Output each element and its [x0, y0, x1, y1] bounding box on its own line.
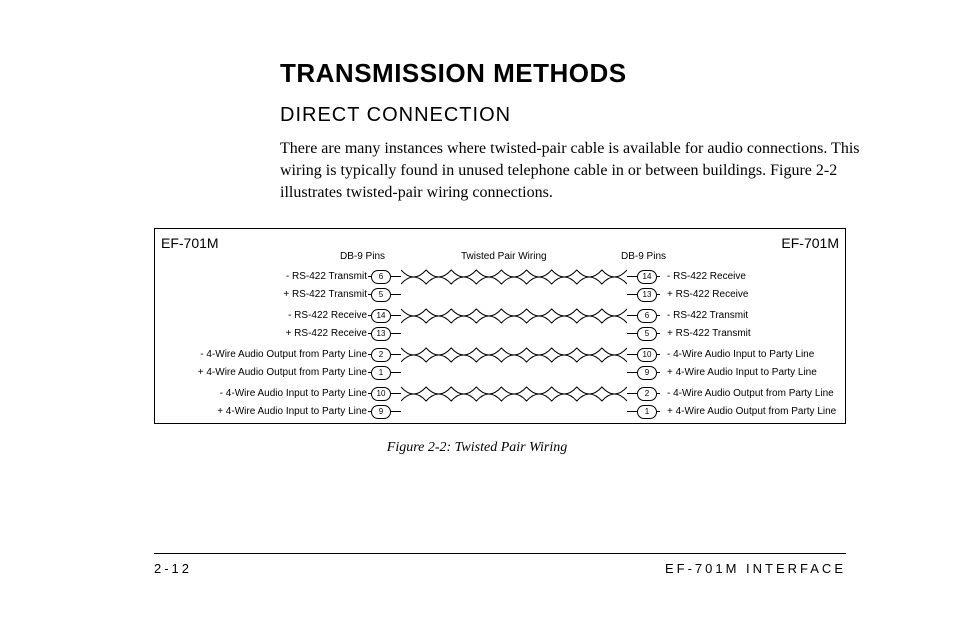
wire-stub: [627, 333, 637, 334]
pin-number-left: 1: [371, 366, 391, 380]
wire-stub: [627, 411, 637, 412]
pin-number-left: 2: [371, 348, 391, 362]
footer-rule: [154, 553, 846, 554]
wire-stub: [657, 354, 660, 355]
pin-number-left: 14: [371, 309, 391, 323]
twisted-pair-icon: [401, 343, 627, 367]
signal-label-left: + 4-Wire Audio Output from Party Line: [157, 365, 367, 381]
signal-label-right: + RS-422 Transmit: [667, 326, 847, 342]
device-label-left: EF-701M: [161, 235, 219, 251]
page-number: 2-12: [154, 561, 192, 576]
signal-label-right: - 4-Wire Audio Output from Party Line: [667, 386, 847, 402]
wire-stub: [627, 294, 637, 295]
wiring-row: + RS-422 Receive 13 5 + RS-422 Transmit: [155, 326, 845, 342]
signal-label-left: - 4-Wire Audio Output from Party Line: [157, 347, 367, 363]
pin-number-right: 9: [637, 366, 657, 380]
pin-number-right: 10: [637, 348, 657, 362]
wiring-row: + RS-422 Transmit 5 13 + RS-422 Receive: [155, 287, 845, 303]
wire-stub: [391, 393, 401, 394]
device-label-right: EF-701M: [781, 235, 839, 251]
section-title: Transmission Methods: [280, 58, 627, 89]
pin-number-right: 5: [637, 327, 657, 341]
wire-stub: [391, 294, 401, 295]
page: Transmission Methods Direct Connection T…: [0, 0, 954, 618]
wire-stub: [391, 354, 401, 355]
wire-stub: [657, 393, 660, 394]
signal-label-right: + 4-Wire Audio Output from Party Line: [667, 404, 847, 420]
signal-label-left: + 4-Wire Audio Input to Party Line: [157, 404, 367, 420]
wire-stub: [627, 276, 637, 277]
pin-number-left: 9: [371, 405, 391, 419]
signal-label-right: - 4-Wire Audio Input to Party Line: [667, 347, 847, 363]
pin-number-left: 6: [371, 270, 391, 284]
pin-number-right: 2: [637, 387, 657, 401]
pin-number-right: 6: [637, 309, 657, 323]
wire-stub: [391, 276, 401, 277]
signal-label-left: - RS-422 Transmit: [157, 269, 367, 285]
pin-number-left: 10: [371, 387, 391, 401]
wire-stub: [657, 372, 660, 373]
wire-stub: [391, 333, 401, 334]
pin-number-right: 13: [637, 288, 657, 302]
wire-stub: [657, 315, 660, 316]
signal-label-left: + RS-422 Receive: [157, 326, 367, 342]
section-subtitle: Direct Connection: [280, 104, 511, 127]
wire-stub: [627, 393, 637, 394]
twisted-pair-icon: [401, 382, 627, 406]
wire-stub: [627, 315, 637, 316]
signal-label-right: - RS-422 Receive: [667, 269, 847, 285]
pin-number-left: 13: [371, 327, 391, 341]
db9-pins-header-left: DB-9 Pins: [340, 251, 385, 262]
pin-number-right: 14: [637, 270, 657, 284]
wire-stub: [657, 411, 660, 412]
wire-stub: [627, 372, 637, 373]
wire-stub: [657, 294, 660, 295]
signal-label-left: + RS-422 Transmit: [157, 287, 367, 303]
wire-stub: [657, 276, 660, 277]
footer-product-name: EF-701M INTERFACE: [665, 561, 846, 576]
signal-label-right: - RS-422 Transmit: [667, 308, 847, 324]
signal-label-right: + RS-422 Receive: [667, 287, 847, 303]
wire-stub: [391, 372, 401, 373]
wiring-row: + 4-Wire Audio Output from Party Line 1 9 +…: [155, 365, 845, 381]
wire-stub: [391, 315, 401, 316]
wiring-row: + 4-Wire Audio Input to Party Line 9 1 + 4-…: [155, 404, 845, 420]
body-paragraph: There are many instances where twisted-p…: [280, 138, 860, 204]
signal-label-left: - 4-Wire Audio Input to Party Line: [157, 386, 367, 402]
wire-stub: [391, 411, 401, 412]
twisted-pair-icon: [401, 304, 627, 328]
wire-stub: [657, 333, 660, 334]
figure-caption: Figure 2-2: Twisted Pair Wiring: [0, 440, 954, 456]
signal-label-right: + 4-Wire Audio Input to Party Line: [667, 365, 847, 381]
db9-pins-header-right: DB-9 Pins: [621, 251, 666, 262]
twisted-pair-icon: [401, 265, 627, 289]
pin-number-right: 1: [637, 405, 657, 419]
wiring-diagram: EF-701M EF-701M DB-9 Pins Twisted Pair W…: [154, 228, 846, 424]
signal-label-left: - RS-422 Receive: [157, 308, 367, 324]
pin-number-left: 5: [371, 288, 391, 302]
wire-stub: [627, 354, 637, 355]
twisted-pair-header: Twisted Pair Wiring: [461, 251, 547, 262]
